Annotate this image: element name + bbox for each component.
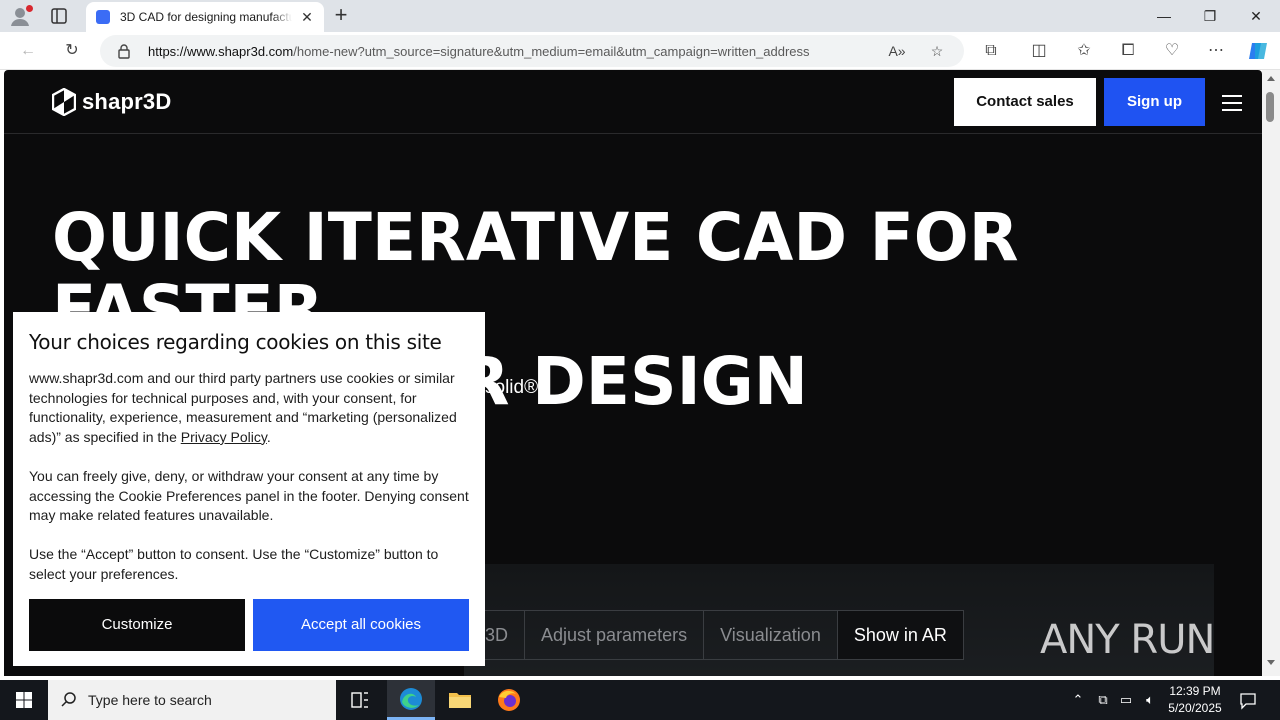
cookie-paragraph-2: You can freely give, deny, or withdraw y…	[29, 468, 469, 524]
site-header: shapr3D Contact sales Sign up	[4, 70, 1262, 134]
shapr3d-logo[interactable]: shapr3D	[52, 88, 171, 116]
collections-icon[interactable]: ⧠	[1118, 41, 1138, 61]
more-menu-icon[interactable]: ⋯	[1206, 41, 1226, 61]
edge-taskbar-icon[interactable]	[387, 680, 435, 720]
watermark-text: ANY RUN	[1040, 617, 1215, 663]
search-placeholder: Type here to search	[88, 692, 212, 708]
show-hidden-icons-icon[interactable]: ⌃	[1070, 692, 1086, 708]
close-window-icon[interactable]: ✕	[1233, 0, 1279, 32]
browser-tab-strip: 3D CAD for designing manufacturable prod…	[0, 0, 1280, 32]
tab-adjust-parameters[interactable]: Adjust parameters	[525, 611, 705, 659]
split-screen-icon[interactable]: ◫	[1029, 41, 1049, 61]
scrollbar-thumb[interactable]	[1266, 92, 1274, 122]
minimize-icon[interactable]: —	[1141, 0, 1187, 32]
notification-dot	[26, 5, 33, 12]
cookie-paragraph-1: www.shapr3d.com and our third party part…	[29, 369, 469, 447]
hamburger-menu-icon[interactable]	[1222, 95, 1242, 111]
tab-visualization[interactable]: Visualization	[704, 611, 838, 659]
browser-essentials-icon[interactable]: ♡	[1162, 41, 1182, 61]
scroll-down-arrow-icon[interactable]	[1267, 660, 1275, 665]
cookie-p1-end: .	[266, 428, 271, 445]
anyrun-watermark: ANY RUN	[1040, 610, 1215, 670]
taskbar-search-box[interactable]: Type here to search	[48, 680, 336, 720]
back-icon[interactable]: ←	[18, 41, 38, 61]
scroll-up-arrow-icon[interactable]	[1267, 76, 1275, 81]
cookie-consent-dialog: Your choices regarding cookies on this s…	[13, 312, 485, 666]
customize-button[interactable]: Customize	[29, 599, 245, 651]
firefox-icon[interactable]	[485, 680, 533, 720]
contact-sales-button[interactable]: Contact sales	[954, 78, 1096, 126]
browser-toolbar: ← ↻ https://www.shapr3d.com/home-new?utm…	[0, 32, 1280, 70]
file-explorer-icon[interactable]	[436, 680, 484, 720]
privacy-policy-link[interactable]: Privacy Policy	[181, 429, 267, 445]
url-text[interactable]: https://www.shapr3d.com/home-new?utm_sou…	[148, 44, 864, 59]
cookie-paragraph-3: Use the “Accept” button to consent. Use …	[29, 546, 439, 582]
tab-title: 3D CAD for designing manufacturable prod…	[120, 10, 292, 24]
restore-icon[interactable]: ❐	[1187, 0, 1233, 32]
sign-up-button[interactable]: Sign up	[1104, 78, 1205, 126]
network-icon[interactable]: ▭	[1118, 692, 1134, 708]
search-icon	[61, 692, 76, 707]
clock-date: 5/20/2025	[1168, 701, 1222, 715]
new-tab-icon[interactable]: +	[331, 4, 351, 26]
lock-icon[interactable]	[116, 43, 132, 59]
tab-close-icon[interactable]: ✕	[300, 10, 314, 24]
cookie-title: Your choices regarding cookies on this s…	[29, 330, 442, 354]
shapr3d-favicon-icon	[96, 10, 110, 24]
active-browser-tab[interactable]: 3D CAD for designing manufacturable prod…	[86, 2, 324, 32]
volume-icon[interactable]: 🔈︎	[1142, 692, 1158, 708]
windows-logo-icon	[16, 692, 32, 708]
page-scrollbar[interactable]	[1262, 70, 1280, 676]
tab-show-in-ar[interactable]: Show in AR	[837, 611, 963, 659]
start-button[interactable]	[0, 680, 48, 720]
url-path: /home-new?utm_source=signature&utm_mediu…	[293, 44, 810, 59]
feature-tabs: 3D Adjust parameters Visualization Show …	[464, 610, 964, 660]
tab-actions-icon[interactable]	[50, 7, 68, 25]
logo-text: shapr3D	[82, 89, 172, 114]
taskbar-clock[interactable]: 12:39 PM 5/20/2025	[1160, 683, 1230, 717]
clock-time: 12:39 PM	[1169, 684, 1221, 698]
profile-avatar-icon[interactable]	[9, 5, 33, 27]
accept-all-cookies-button[interactable]: Accept all cookies	[253, 599, 469, 651]
url-domain: https://www.shapr3d.com	[148, 44, 294, 59]
task-view-icon[interactable]	[336, 680, 384, 720]
address-bar[interactable]: https://www.shapr3d.com/home-new?utm_sou…	[100, 35, 964, 67]
read-aloud-icon[interactable]: A»	[888, 42, 906, 60]
notifications-icon[interactable]	[1239, 692, 1257, 710]
meet-now-icon[interactable]: ⧉	[1095, 692, 1111, 708]
windows-taskbar: Type here to search ⌃ ⧉ ▭ 🔈︎ 12:39 PM 5/…	[0, 680, 1280, 720]
shapr3d-logo-icon	[52, 88, 76, 116]
extensions-icon[interactable]: ⧉	[981, 41, 1001, 61]
favorite-star-icon[interactable]: ☆	[928, 42, 946, 60]
refresh-icon[interactable]: ↻	[62, 41, 82, 61]
copilot-icon[interactable]	[1247, 40, 1269, 62]
favorites-icon[interactable]: ✩	[1074, 41, 1094, 61]
